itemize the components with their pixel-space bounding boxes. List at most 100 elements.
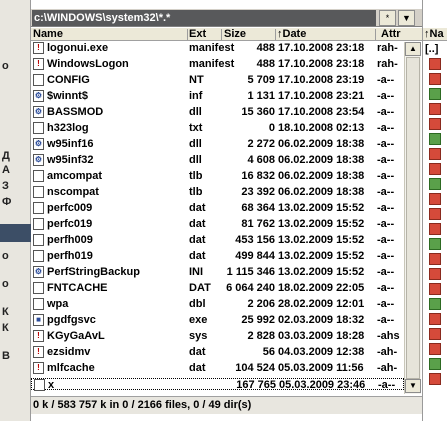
file-date: 04.03.2009 12:38 — [278, 346, 365, 358]
file-row[interactable]: nscompat tlb 23 392 06.02.2009 18:38 -a-- — [31, 186, 404, 198]
file-row[interactable]: perfc009 dat 68 364 13.02.2009 15:52 -a-- — [31, 202, 404, 214]
file-size: 68 364 — [241, 202, 275, 214]
file-date: 28.02.2009 12:01 — [278, 298, 365, 310]
file-ext: inf — [189, 90, 203, 102]
column-separator[interactable] — [187, 29, 188, 40]
file-icon — [33, 250, 44, 262]
file-name: WindowsLogon — [47, 58, 129, 70]
file-row[interactable]: perfh019 dat 499 844 13.02.2009 15:52 -a-- — [31, 250, 404, 262]
file-row[interactable]: wpa dbl 2 206 28.02.2009 12:01 -a-- — [31, 298, 404, 310]
file-row[interactable]: perfc019 dat 81 762 13.02.2009 15:52 -a-- — [31, 218, 404, 230]
file-row[interactable]: CONFIG NT 5 709 17.10.2008 23:19 -a-- — [31, 74, 404, 86]
scroll-up-button[interactable]: ▲ — [405, 42, 421, 56]
manifest-icon: ! — [33, 346, 44, 358]
file-icon — [429, 73, 441, 85]
file-date: 13.02.2009 15:52 — [278, 202, 365, 214]
scroll-down-button[interactable]: ▼ — [405, 379, 421, 393]
file-attr: rah- — [377, 42, 398, 54]
file-name: wpa — [47, 298, 69, 310]
file-name: BASSMOD — [47, 106, 104, 118]
left-strip-label: о — [2, 250, 9, 262]
file-name: h323log — [47, 122, 89, 134]
file-attr: -a-- — [377, 250, 395, 262]
file-attr: -ah- — [377, 346, 398, 358]
file-ext: txt — [189, 122, 203, 134]
right-panel-edge: ↑Na [..] — [422, 0, 447, 421]
file-date: 17.10.2008 23:18 — [278, 58, 365, 70]
left-strip-label: А — [2, 164, 10, 176]
file-icon — [33, 282, 44, 294]
file-row[interactable]: perfh009 dat 453 156 13.02.2009 15:52 -a-- — [31, 234, 404, 246]
right-panel-name-header[interactable]: ↑Na — [423, 28, 447, 41]
file-row[interactable]: FNTCACHE DAT 6 064 240 18.02.2009 22:05 -a-- — [31, 282, 404, 294]
file-row[interactable]: ! logonui.exe manifest 488 17.10.2008 23:18 r… — [31, 42, 404, 54]
file-icon — [34, 379, 45, 391]
file-attr: -a-- — [378, 379, 396, 391]
settings-file-icon: ⚙ — [33, 266, 44, 278]
column-date[interactable]: ↑Date — [277, 28, 306, 41]
exe-icon: ■ — [33, 314, 44, 326]
column-ext[interactable]: Ext — [189, 28, 206, 41]
file-size: 167 765 — [236, 379, 276, 391]
file-row[interactable]: ⚙ $winnt$ inf 1 131 17.10.2008 23:21 -a-- — [31, 90, 404, 102]
dll-icon: ⚙ — [33, 138, 44, 150]
right-panel-parent-dir[interactable]: [..] — [425, 43, 438, 55]
file-attr: rah- — [377, 58, 398, 70]
file-icon — [33, 234, 44, 246]
file-row[interactable]: ⚙ w95inf16 dll 2 272 06.02.2009 18:38 -a-- — [31, 138, 404, 150]
column-attr[interactable]: Attr — [381, 28, 401, 41]
file-size: 81 762 — [241, 218, 275, 230]
file-row[interactable]: amcompat tlb 16 832 06.02.2009 18:38 -a-- — [31, 170, 404, 182]
file-size: 2 206 — [247, 298, 275, 310]
file-row[interactable]: ⚙ PerfStringBackup INI 1 115 346 13.02.2009 … — [31, 266, 404, 278]
file-attr: -a-- — [377, 298, 395, 310]
file-icon — [429, 373, 441, 385]
file-icon — [33, 218, 44, 230]
file-row[interactable]: x 167 765 05.03.2009 23:46 -a-- — [31, 378, 404, 391]
file-icon — [429, 343, 441, 355]
file-icon — [429, 208, 441, 220]
file-row[interactable]: ! mlfcache dat 104 524 05.03.2009 11:56 -ah- — [31, 362, 404, 374]
file-size: 16 832 — [241, 170, 275, 182]
file-attr: -a-- — [377, 154, 395, 166]
file-list[interactable]: ! logonui.exe manifest 488 17.10.2008 23:18 r… — [31, 42, 404, 394]
file-name: PerfStringBackup — [47, 266, 140, 278]
file-icon — [429, 148, 441, 160]
file-row[interactable]: ! ezsidmv dat 56 04.03.2009 12:38 -ah- — [31, 346, 404, 358]
manifest-icon: ! — [33, 362, 44, 374]
history-dropdown-button[interactable]: ▼ — [398, 10, 415, 26]
file-row[interactable]: ■ pgdfgsvc exe 25 992 02.03.2009 18:32 -a-- — [31, 314, 404, 326]
file-attr: -a-- — [377, 90, 395, 102]
file-name: mlfcache — [47, 362, 95, 374]
column-separator[interactable] — [275, 29, 276, 40]
file-icon — [429, 88, 441, 100]
file-ext: dat — [189, 202, 206, 214]
file-row[interactable]: ⚙ w95inf32 dll 4 608 06.02.2009 18:38 -a-- — [31, 154, 404, 166]
current-path[interactable]: c:\WINDOWS\system32\*.* — [32, 10, 376, 26]
file-row[interactable]: h323log txt 0 18.10.2008 02:13 -a-- — [31, 122, 404, 134]
favorites-button[interactable]: * — [379, 10, 396, 26]
file-name: logonui.exe — [47, 42, 109, 54]
file-name: amcompat — [47, 170, 103, 182]
column-separator[interactable] — [221, 29, 222, 40]
file-row[interactable]: ! WindowsLogon manifest 488 17.10.2008 23:18… — [31, 58, 404, 70]
file-size: 4 608 — [247, 154, 275, 166]
file-row[interactable]: ! KGyGaAvL sys 2 828 03.03.2009 18:28 -ahs — [31, 330, 404, 342]
file-name: perfc009 — [47, 202, 93, 214]
file-attr: -ah- — [377, 362, 398, 374]
file-ext: sys — [189, 330, 208, 342]
file-ext: DAT — [189, 282, 211, 294]
vertical-scrollbar[interactable]: ▲ ▼ — [404, 42, 421, 394]
column-separator[interactable] — [375, 29, 376, 40]
column-size[interactable]: Size — [224, 28, 246, 41]
file-date: 13.02.2009 15:52 — [278, 218, 365, 230]
column-name[interactable]: Name — [33, 28, 63, 41]
file-ext: dll — [189, 138, 202, 150]
file-icon — [33, 74, 44, 86]
scrollbar-thumb[interactable] — [406, 57, 420, 379]
file-row[interactable]: ⚙ BASSMOD dll 15 360 17.10.2008 23:54 -a-- — [31, 106, 404, 118]
file-attr: -a-- — [377, 202, 395, 214]
file-ext: exe — [189, 314, 208, 326]
file-date: 05.03.2009 11:56 — [278, 362, 364, 374]
file-size: 104 524 — [235, 362, 275, 374]
